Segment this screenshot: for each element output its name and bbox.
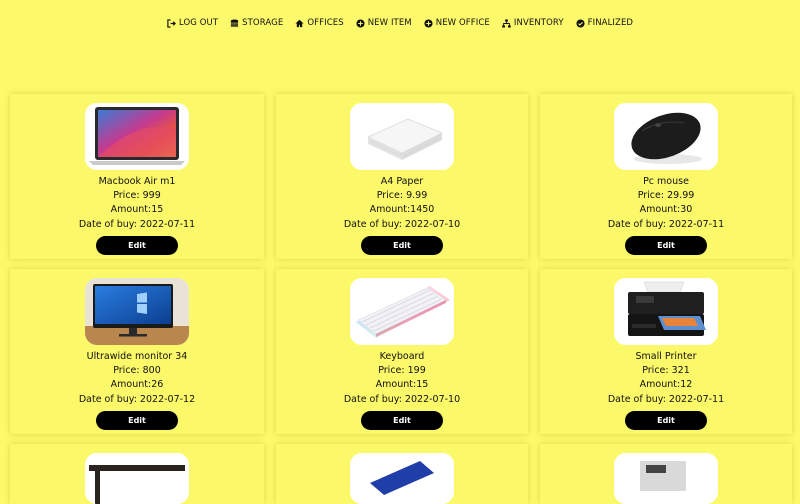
- plus-circle-icon: [424, 18, 433, 28]
- item-name: Pc mouse: [643, 176, 689, 187]
- item-image-blue-item: [350, 453, 454, 504]
- item-image-laptop: [85, 103, 189, 170]
- logout-icon: [167, 18, 176, 28]
- nav-offices[interactable]: OFFICES: [295, 18, 344, 28]
- item-amount: Amount:15: [110, 204, 164, 216]
- item-card: [10, 444, 264, 504]
- item-name: Small Printer: [635, 351, 697, 362]
- items-grid: Macbook Air m1 Price: 999 Amount:15 Date…: [10, 94, 792, 504]
- item-name: Ultrawide monitor 34: [86, 351, 188, 362]
- item-image-office-printer: [614, 453, 718, 504]
- item-amount: Amount:26: [110, 379, 164, 391]
- edit-button[interactable]: Edit: [96, 410, 178, 430]
- item-card: Small Printer Price: 321 Amount:12 Date …: [540, 269, 792, 434]
- item-price: Price: 9.99: [376, 190, 428, 202]
- nav-log-out[interactable]: LOG OUT: [167, 18, 218, 28]
- item-amount: Amount:30: [639, 204, 693, 216]
- item-date: Date of buy: 2022-07-12: [78, 393, 196, 405]
- home-icon: [295, 19, 304, 28]
- nav-log-out-label: LOG OUT: [178, 18, 219, 28]
- check-circle-icon: [576, 18, 585, 28]
- item-price: Price: 29.99: [637, 190, 695, 202]
- top-navigation: LOG OUT STORAGE OFFICES NEW ITEM NEW OFF…: [0, 18, 800, 28]
- item-image-paper: [350, 103, 454, 170]
- item-price: Price: 999: [113, 190, 161, 202]
- item-amount: Amount:1450: [369, 204, 435, 216]
- item-image-desk: [85, 453, 189, 504]
- item-image-mouse: [614, 103, 718, 170]
- item-card: [540, 444, 792, 504]
- item-card: Macbook Air m1 Price: 999 Amount:15 Date…: [10, 94, 264, 259]
- nav-inventory[interactable]: INVENTORY: [502, 18, 564, 28]
- edit-button[interactable]: Edit: [625, 235, 707, 255]
- edit-button[interactable]: Edit: [96, 235, 178, 255]
- nav-finalized[interactable]: FINALIZED: [576, 18, 633, 28]
- item-image-keyboard: [350, 278, 454, 345]
- item-card: Ultrawide monitor 34 Price: 800 Amount:2…: [10, 269, 264, 434]
- item-date: Date of buy: 2022-07-10: [343, 393, 461, 405]
- nav-storage-label: STORAGE: [242, 18, 284, 28]
- item-price: Price: 800: [113, 365, 161, 377]
- item-date: Date of buy: 2022-07-10: [343, 218, 461, 230]
- item-card: Pc mouse Price: 29.99 Amount:30 Date of …: [540, 94, 792, 259]
- nav-offices-label: OFFICES: [307, 18, 344, 28]
- nav-new-item[interactable]: NEW ITEM: [356, 18, 412, 28]
- item-card: A4 Paper Price: 9.99 Amount:1450 Date of…: [276, 94, 528, 259]
- item-date: Date of buy: 2022-07-11: [607, 393, 725, 405]
- nav-inventory-label: INVENTORY: [513, 18, 564, 28]
- database-icon: [230, 18, 239, 28]
- nav-new-item-label: NEW ITEM: [367, 18, 412, 28]
- item-price: Price: 321: [642, 365, 690, 377]
- nav-finalized-label: FINALIZED: [587, 18, 634, 28]
- item-name: A4 Paper: [380, 176, 424, 187]
- edit-button[interactable]: Edit: [361, 410, 443, 430]
- item-name: Macbook Air m1: [98, 176, 176, 187]
- item-image-printer: [614, 278, 718, 345]
- plus-circle-icon: [356, 18, 365, 28]
- item-image-monitor: [85, 278, 189, 345]
- item-card: [276, 444, 528, 504]
- nav-new-office[interactable]: NEW OFFICE: [424, 18, 490, 28]
- edit-button[interactable]: Edit: [625, 410, 707, 430]
- nav-new-office-label: NEW OFFICE: [435, 18, 490, 28]
- sitemap-icon: [502, 18, 511, 28]
- item-amount: Amount:12: [639, 379, 693, 391]
- item-price: Price: 199: [378, 365, 426, 377]
- item-date: Date of buy: 2022-07-11: [78, 218, 196, 230]
- nav-storage[interactable]: STORAGE: [230, 18, 283, 28]
- item-name: Keyboard: [379, 351, 425, 362]
- edit-button[interactable]: Edit: [361, 235, 443, 255]
- item-card: Keyboard Price: 199 Amount:15 Date of bu…: [276, 269, 528, 434]
- item-date: Date of buy: 2022-07-11: [607, 218, 725, 230]
- item-amount: Amount:15: [375, 379, 429, 391]
